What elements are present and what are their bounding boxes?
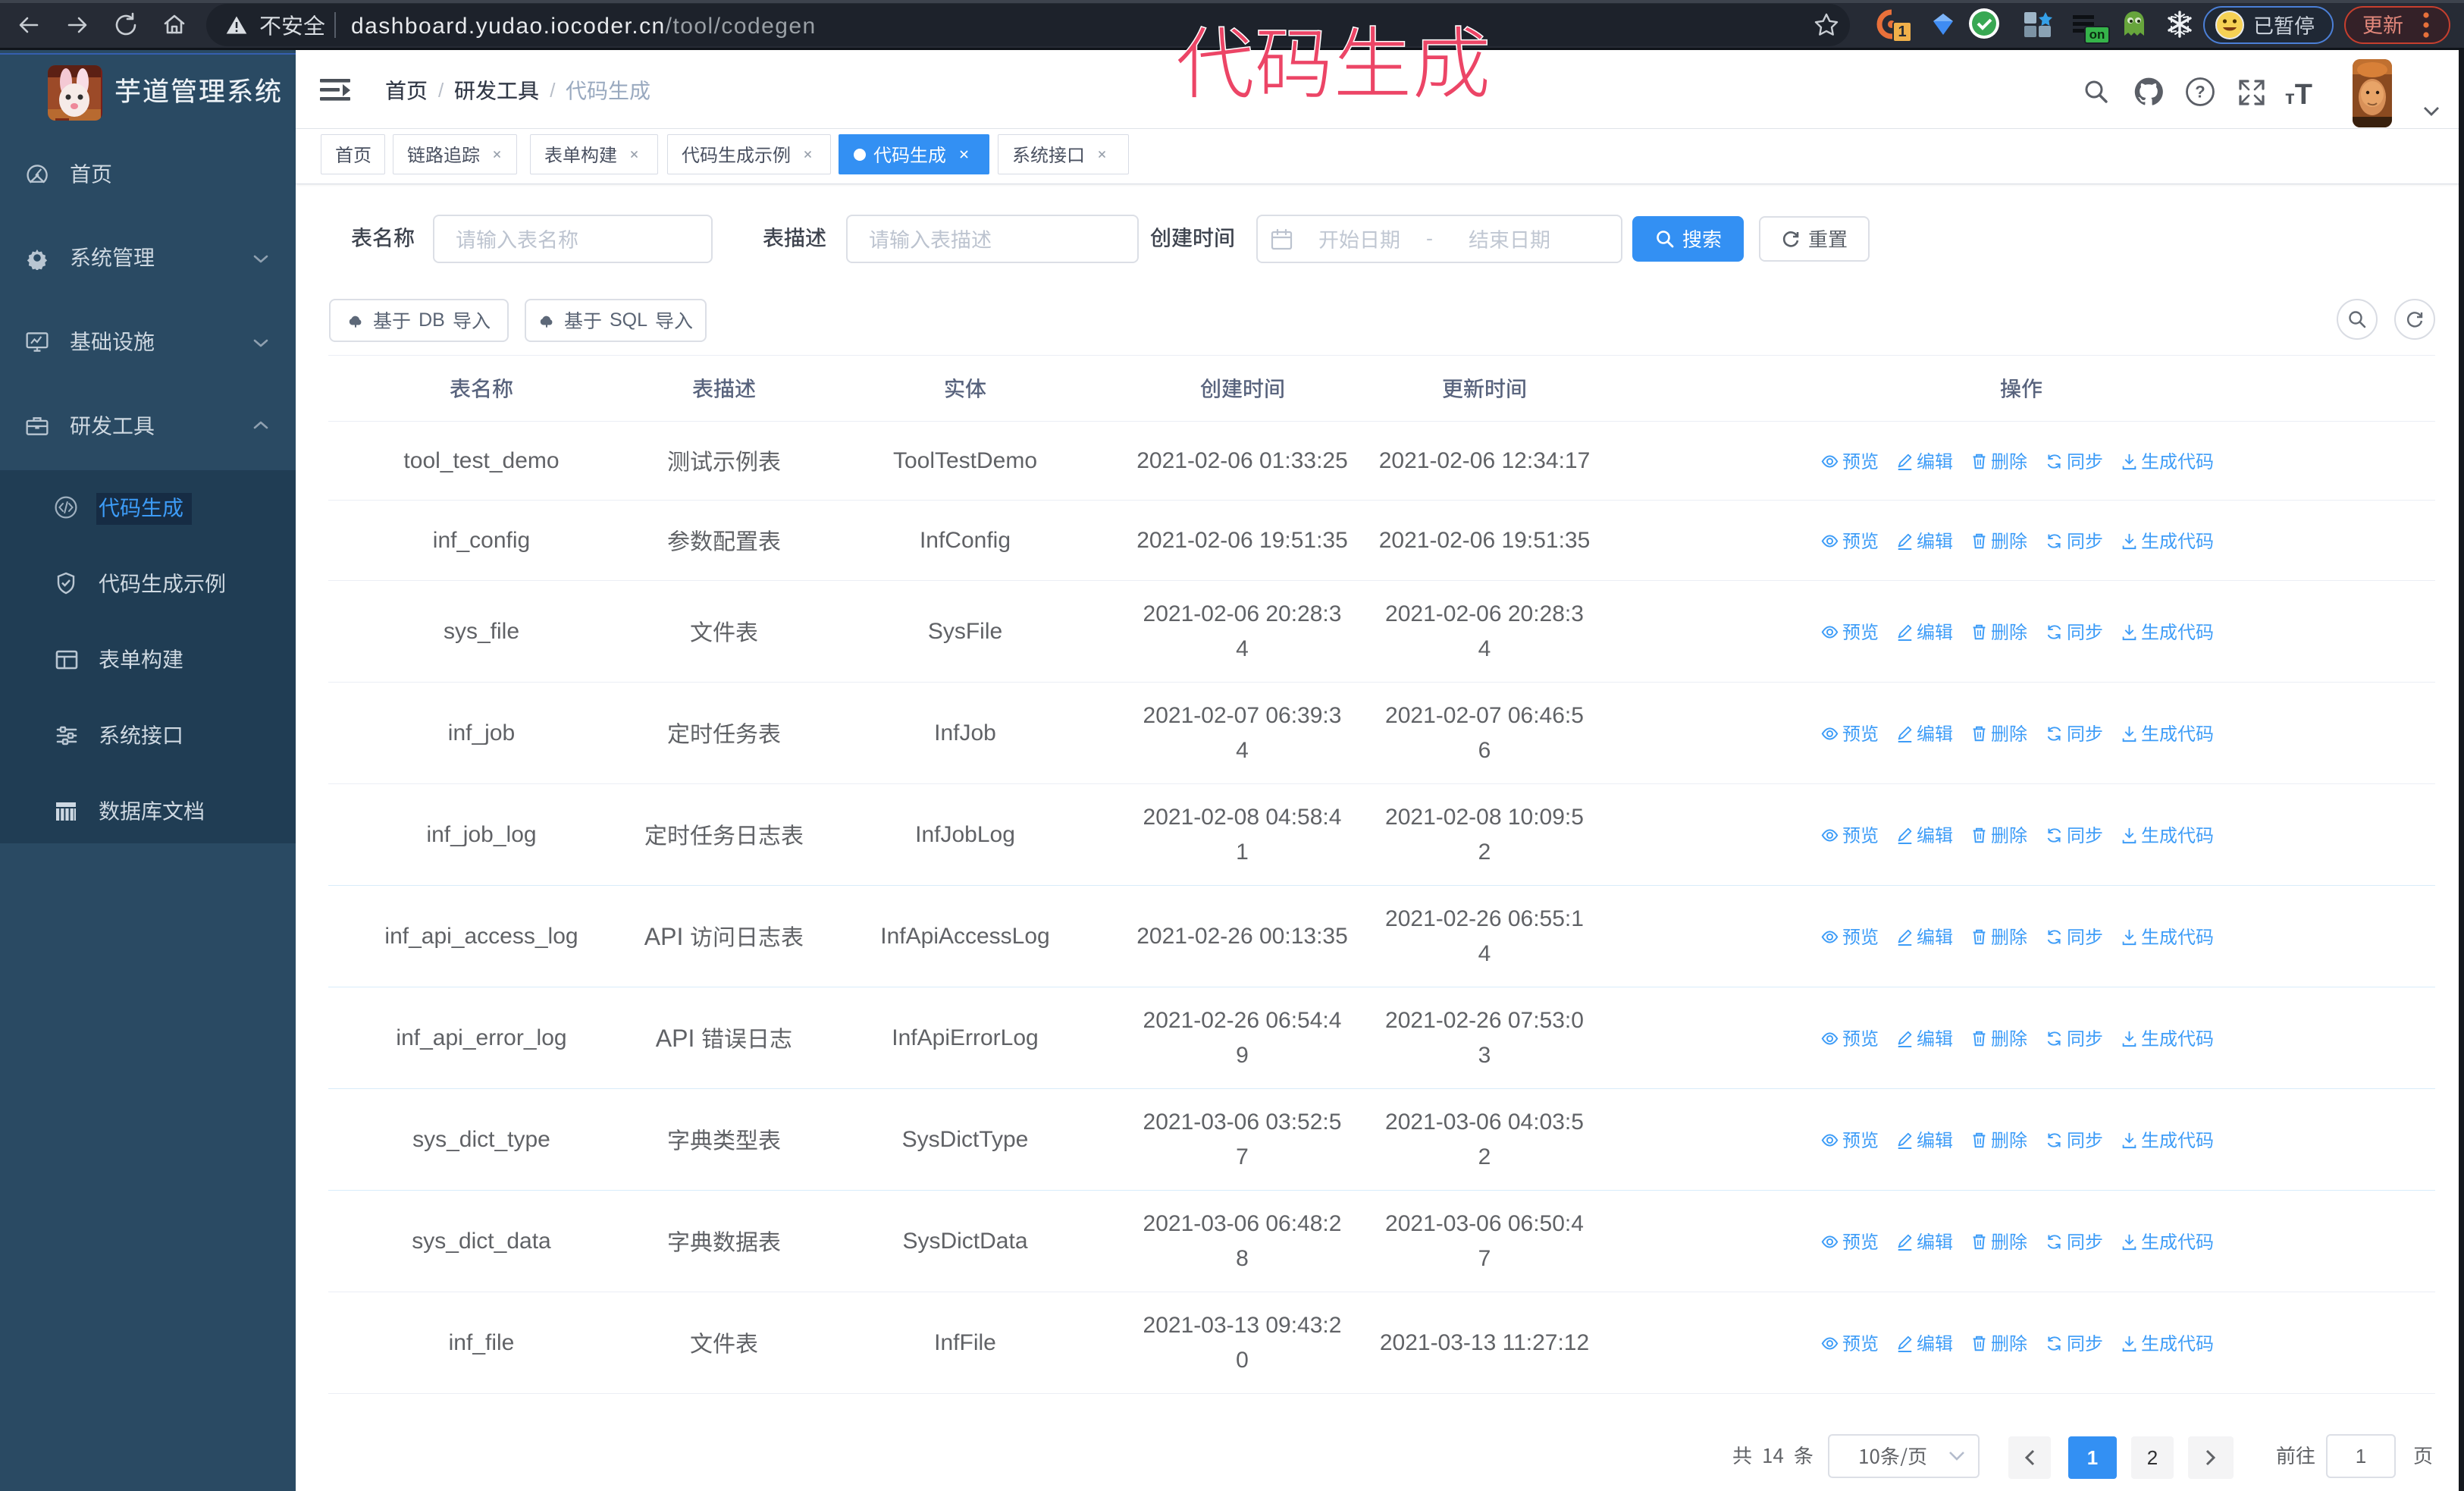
svg-text:?: ? — [2195, 83, 2205, 102]
